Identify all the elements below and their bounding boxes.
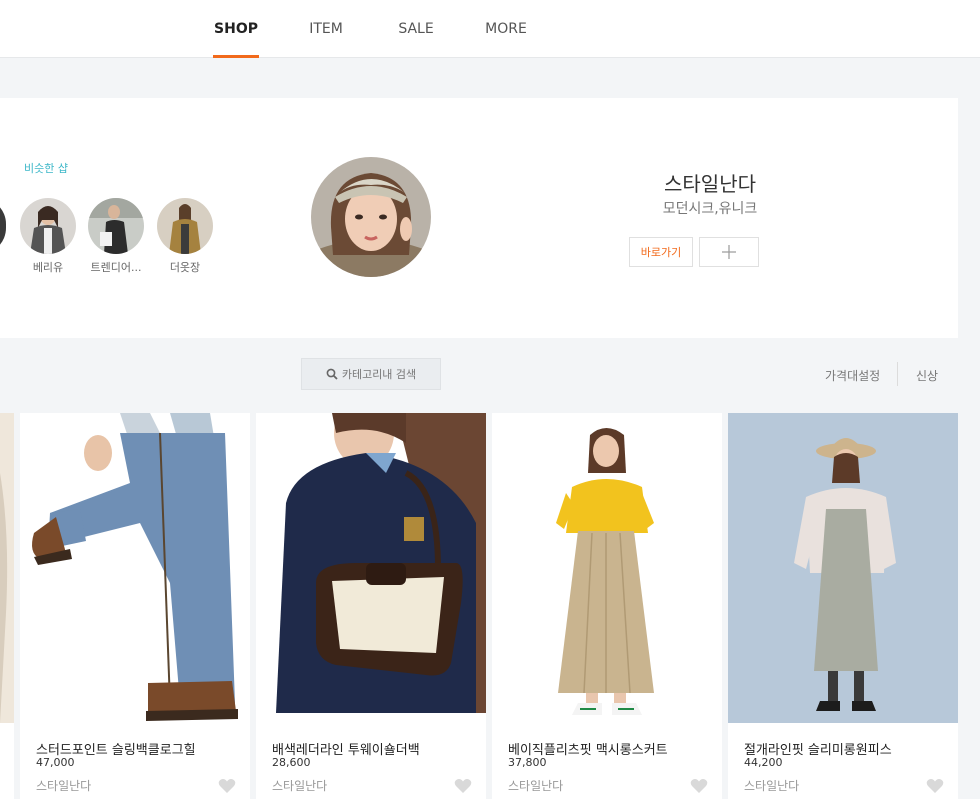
- sort-divider: [897, 362, 898, 386]
- sort-new-button[interactable]: 신상: [916, 367, 938, 384]
- product-image: [256, 413, 486, 723]
- product-shop-name: 스타일난다: [508, 779, 564, 793]
- plus-icon: [722, 245, 736, 259]
- product-image: [728, 413, 958, 723]
- similar-shop-item[interactable]: 더옷장: [155, 198, 215, 275]
- tab-more[interactable]: MORE: [481, 0, 531, 57]
- product-card-partial[interactable]: [0, 413, 14, 799]
- similar-shop-item[interactable]: 베리유: [18, 198, 78, 275]
- top-navigation: SHOP ITEM SALE MORE: [0, 0, 980, 58]
- similar-shops-label: 비슷한 샵: [24, 162, 68, 175]
- price-range-button[interactable]: 가격대설정: [825, 367, 880, 384]
- heart-icon[interactable]: [690, 778, 708, 794]
- tab-shop[interactable]: SHOP: [213, 0, 259, 58]
- similar-shop-name: 더옷장: [169, 261, 201, 274]
- product-card[interactable]: 스터드포인트 슬링백클로그힐 47,000 스타일난다: [20, 413, 250, 799]
- product-shop-name: 스타일난다: [744, 779, 800, 793]
- shop-avatar[interactable]: [311, 157, 431, 277]
- heart-icon[interactable]: [926, 778, 944, 794]
- product-image: [492, 413, 722, 723]
- similar-shop-avatar-partial[interactable]: [0, 198, 6, 254]
- similar-shop-name: 트렌디어...: [90, 261, 142, 274]
- product-card[interactable]: 배색레더라인 투웨이숄더백 28,600 스타일난다: [256, 413, 486, 799]
- goto-shop-button[interactable]: 바로가기: [629, 237, 693, 267]
- similar-shop-avatar: [88, 198, 144, 254]
- product-shop-name: 스타일난다: [272, 779, 328, 793]
- similar-shop-avatar: [157, 198, 213, 254]
- product-price: 47,000: [36, 756, 75, 769]
- product-shop-name: 스타일난다: [36, 779, 92, 793]
- similar-shop-item[interactable]: 트렌디어...: [86, 198, 146, 275]
- shop-name: 스타일난다: [664, 172, 756, 196]
- product-price: 28,600: [272, 756, 311, 769]
- heart-icon[interactable]: [218, 778, 236, 794]
- product-card[interactable]: 절개라인핏 슬리미롱원피스 44,200 스타일난다: [728, 413, 958, 799]
- shop-profile-card: 비슷한 샵 베리유 트렌디어... 더옷장 스타일난다 모던시크,유니크 바로가…: [0, 98, 958, 338]
- category-search-label: 카테고리내 검색: [341, 368, 417, 381]
- similar-shop-name: 베리유: [32, 261, 64, 274]
- similar-shop-avatar: [20, 198, 76, 254]
- product-image: [20, 413, 250, 723]
- follow-button[interactable]: [699, 237, 759, 267]
- product-price: 44,200: [744, 756, 783, 769]
- shop-tags: 모던시크,유니크: [662, 201, 758, 217]
- search-icon: [326, 368, 338, 380]
- tab-item[interactable]: ITEM: [303, 0, 349, 57]
- tab-sale[interactable]: SALE: [393, 0, 439, 57]
- product-card[interactable]: 베이직플리츠핏 맥시롱스커트 37,800 스타일난다: [492, 413, 722, 799]
- heart-icon[interactable]: [454, 778, 472, 794]
- category-search-button[interactable]: 카테고리내 검색: [301, 358, 441, 390]
- product-price: 37,800: [508, 756, 547, 769]
